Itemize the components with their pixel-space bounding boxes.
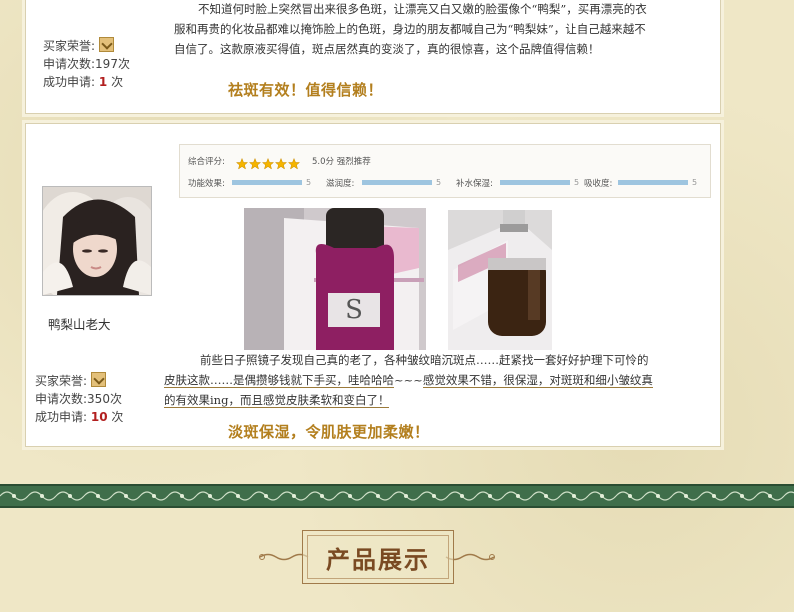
- review-card-1: 不知道何时脸上突然冒出来很多色斑，让漂亮又白又嫩的脸蛋像个“鸭梨”，买再漂亮的衣…: [25, 0, 721, 114]
- rating-bar-fill: [500, 180, 570, 185]
- review-line: 的有效果ing，而且感觉皮肤柔软和变白了！: [164, 393, 390, 408]
- review-line: 自信了。这款原液买得值，斑点居然真的变淡了，真的很惊喜，这个品牌值得信赖！: [174, 42, 600, 56]
- rating-item-label: 吸收度:: [584, 179, 613, 189]
- rating-bar: [362, 180, 432, 185]
- rating-item-label: 补水保湿:: [456, 179, 493, 189]
- success-count: 1: [98, 75, 108, 89]
- avatar[interactable]: [42, 186, 152, 296]
- avatar-image: [43, 187, 151, 295]
- rating-item-value: 5: [692, 178, 698, 187]
- apply-count-label: 申请次数:: [43, 57, 96, 71]
- review-line: 服和再贵的化妆品都难以掩饰脸上的色斑，身边的朋友都喊自己为“鸭梨妹”，让自己越来…: [174, 22, 646, 36]
- vine-pattern-icon: [0, 491, 794, 501]
- overall-rating-text: 5.0分 强烈推荐: [312, 157, 371, 167]
- rating-item-label: 功能效果:: [188, 179, 225, 189]
- review-headline: 淡斑保湿，令肌肤更加柔嫩！: [228, 423, 430, 441]
- honor-badge-icon: [90, 372, 106, 387]
- buyer-meta: 买家荣誉: 申请次数:197次 成功申请: 1 次: [43, 37, 130, 91]
- star-icon: [288, 158, 300, 170]
- review-line: 皮肤这款……是偶攒够钱就下手买，哇哈哈哈: [164, 373, 394, 388]
- section-title-frame: 产品展示: [302, 530, 454, 584]
- section-title: 产品展示: [326, 545, 430, 574]
- rating-bar: [618, 180, 688, 185]
- success-unit: 次: [111, 410, 124, 424]
- success-label: 成功申请:: [35, 410, 88, 424]
- review-text: 前些日子照镜子发现自己真的老了，各种皱纹暗沉斑点……赶紧找一套好好护理下可怜的 …: [164, 350, 712, 410]
- rating-item-label: 滋润度:: [326, 179, 355, 189]
- rating-bar-fill: [618, 180, 688, 185]
- review-card-2: 综合评分: 5.0分 强烈推荐 功能效果: 5 滋润度: 5 补水保湿: 5 吸…: [25, 123, 721, 447]
- rating-item-value: 5: [306, 178, 312, 187]
- review-text: 不知道何时脸上突然冒出来很多色斑，让漂亮又白又嫩的脸蛋像个“鸭梨”，买再漂亮的衣…: [174, 0, 714, 59]
- product-photo: S: [244, 208, 426, 350]
- honor-label: 买家荣誉:: [43, 39, 96, 53]
- success-unit: 次: [111, 75, 124, 89]
- review-line: 不知道何时脸上突然冒出来很多色斑，让漂亮又白又嫩的脸蛋像个“鸭梨”，买再漂亮的衣: [198, 2, 647, 16]
- review-wave: ~~~: [394, 373, 423, 387]
- product-photo: [448, 210, 552, 350]
- rating-box: 综合评分: 5.0分 强烈推荐 功能效果: 5 滋润度: 5 补水保湿: 5 吸…: [179, 144, 711, 198]
- product-photo-image: [448, 210, 552, 350]
- rating-bar: [500, 180, 570, 185]
- apply-count-value: 350次: [87, 392, 122, 406]
- overall-rating-label: 综合评分:: [188, 157, 225, 167]
- rating-item-value: 5: [574, 178, 580, 187]
- success-count: 10: [90, 410, 108, 424]
- rating-item-value: 5: [436, 178, 442, 187]
- apply-count-value: 197次: [95, 57, 130, 71]
- product-photo-image: S: [244, 208, 426, 350]
- honor-label: 买家荣誉:: [35, 374, 88, 388]
- rating-bar-fill: [362, 180, 432, 185]
- decorative-divider: [0, 484, 794, 508]
- review-headline: 祛斑有效！值得信赖！: [228, 81, 384, 99]
- rating-bar-fill: [232, 180, 302, 185]
- svg-text:S: S: [345, 295, 363, 325]
- rating-stars: [236, 153, 301, 172]
- star-icon: [249, 158, 261, 170]
- review-line: 前些日子照镜子发现自己真的老了，各种皱纹暗沉斑点……赶紧找一套好好护理下可怜的: [200, 353, 649, 367]
- honor-badge-icon: [98, 37, 114, 52]
- apply-count-label: 申请次数:: [35, 392, 88, 406]
- review-line: 感觉效果不错，很保湿，对斑斑和细小皱纹真: [422, 373, 653, 388]
- star-icon: [236, 158, 248, 170]
- username[interactable]: 鸭梨山老大: [48, 314, 111, 333]
- rating-bar: [232, 180, 302, 185]
- buyer-meta: 买家荣誉: 申请次数:350次 成功申请: 10 次: [35, 372, 123, 426]
- success-label: 成功申请:: [43, 75, 96, 89]
- star-icon: [275, 158, 287, 170]
- star-icon: [262, 158, 274, 170]
